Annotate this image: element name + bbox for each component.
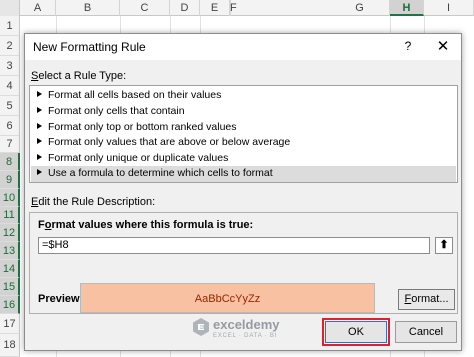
rule-type-item[interactable]: Format only values that are above or bel… <box>31 135 456 151</box>
dialog-title: New Formatting Rule <box>33 40 146 54</box>
rule-type-label: Format only cells that contain <box>48 105 185 117</box>
arrow-right-icon <box>37 138 42 145</box>
column-header-e[interactable]: E <box>200 0 230 16</box>
arrow-right-icon <box>37 123 42 130</box>
row-header-2[interactable]: 2 <box>0 36 20 56</box>
format-button-label: ormat... <box>411 293 449 305</box>
close-icon[interactable]: ✕ <box>434 38 452 56</box>
formula-label: Format values where this formula is true… <box>38 219 253 231</box>
new-formatting-rule-dialog: New Formatting Rule ? ✕ Select a Rule Ty… <box>24 33 462 351</box>
rule-type-label: Use a formula to determine which cells t… <box>48 167 273 179</box>
row-header-7[interactable]: 7 <box>0 136 20 153</box>
format-button[interactable]: Format... <box>398 289 455 310</box>
row-header-14[interactable]: 14 <box>0 260 20 278</box>
rule-type-label: Format only values that are above or bel… <box>48 136 291 148</box>
rule-type-label: Format only top or bottom ranked values <box>48 121 237 133</box>
column-header-d[interactable]: D <box>170 0 200 16</box>
watermark-tagline: EXCEL · DATA · BI <box>213 333 278 339</box>
dialog-title-bar[interactable]: New Formatting Rule ? ✕ <box>25 34 461 60</box>
collapse-dialog-icon[interactable]: ⬆ <box>435 237 453 254</box>
row-header-3[interactable]: 3 <box>0 56 20 76</box>
row-header-12[interactable]: 12 <box>0 224 20 242</box>
preview-label: Preview: <box>38 293 84 305</box>
column-header-bar: A B C D E F G H I <box>0 0 474 16</box>
column-header-a[interactable]: A <box>20 0 56 16</box>
column-header-h[interactable]: H <box>390 0 424 16</box>
rule-type-item[interactable]: Format only top or bottom ranked values <box>31 120 456 136</box>
arrow-right-icon <box>37 91 42 98</box>
column-header-f[interactable]: F <box>230 0 237 16</box>
rule-type-item-selected[interactable]: Use a formula to determine which cells t… <box>31 166 456 182</box>
arrow-right-icon <box>37 154 42 161</box>
row-header-13[interactable]: 13 <box>0 242 20 260</box>
ok-button[interactable]: OK <box>325 321 387 343</box>
edit-rule-description-label-text: dit the Rule Description: <box>38 196 156 208</box>
rule-type-label: Format only unique or duplicate values <box>48 152 229 164</box>
format-preview: AaBbCcYyZz <box>80 283 375 313</box>
row-header-15[interactable]: 15 <box>0 278 20 296</box>
row-header-17[interactable]: 17 <box>0 314 20 334</box>
rule-type-item[interactable]: Format only cells that contain <box>31 104 456 120</box>
formula-label-text: rmat values where this formula is true: <box>51 219 254 231</box>
rule-type-item[interactable]: Format all cells based on their values <box>31 88 456 104</box>
arrow-right-icon <box>37 107 42 114</box>
edit-rule-description-label: Edit the Rule Description: <box>31 196 155 208</box>
exceldemy-logo-icon <box>193 318 209 336</box>
select-rule-type-label-text: elect a Rule Type: <box>38 70 127 82</box>
row-header-5[interactable]: 5 <box>0 96 20 116</box>
row-header-16[interactable]: 16 <box>0 296 20 314</box>
select-all-corner[interactable] <box>0 0 20 16</box>
rule-description-panel: Format values where this formula is true… <box>29 212 458 314</box>
select-rule-type-label: Select a Rule Type: <box>31 70 126 82</box>
excel-window: A B C D E F G H I 1 2 3 4 5 6 7 8 9 10 1… <box>0 0 474 357</box>
row-header-18[interactable]: 18 <box>0 334 20 357</box>
row-header-8[interactable]: 8 <box>0 153 20 171</box>
row-header-11[interactable]: 11 <box>0 207 20 224</box>
row-header-6[interactable]: 6 <box>0 116 20 136</box>
rule-type-list[interactable]: Format all cells based on their values F… <box>29 85 458 183</box>
formula-input[interactable]: =$H8 <box>38 237 430 254</box>
column-header-b[interactable]: B <box>56 0 120 16</box>
row-header-9[interactable]: 9 <box>0 171 20 189</box>
rule-type-label: Format all cells based on their values <box>48 89 222 101</box>
row-header-4[interactable]: 4 <box>0 76 20 96</box>
column-header-i[interactable]: I <box>424 0 474 16</box>
column-header-g[interactable]: G <box>330 0 390 16</box>
row-header-1[interactable]: 1 <box>0 16 20 36</box>
watermark-name: exceldemy <box>213 317 280 332</box>
help-icon[interactable]: ? <box>400 38 416 54</box>
arrow-right-icon <box>37 169 42 176</box>
cancel-button[interactable]: Cancel <box>395 321 457 343</box>
rule-type-item[interactable]: Format only unique or duplicate values <box>31 151 456 167</box>
formula-label-start: F <box>38 219 45 231</box>
column-header-c[interactable]: C <box>120 0 170 16</box>
row-header-10[interactable]: 10 <box>0 189 20 207</box>
